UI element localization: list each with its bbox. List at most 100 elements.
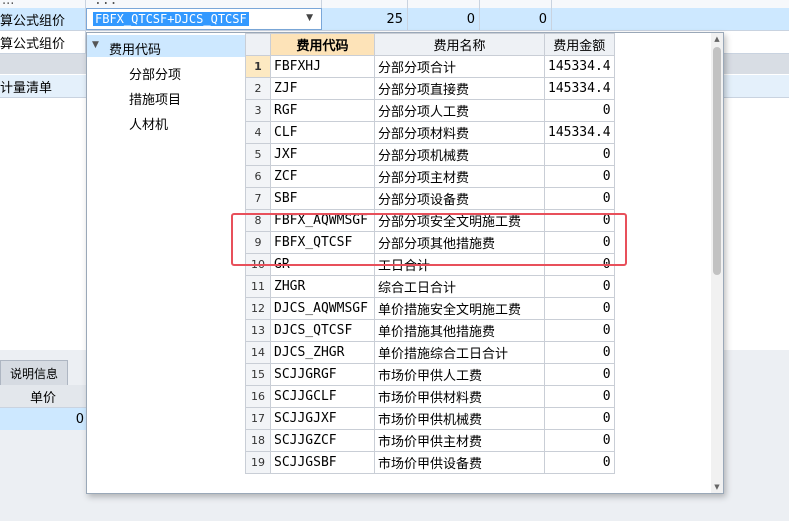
fee-code-cell[interactable]: DJCS_QTCSF	[270, 319, 375, 342]
price-value-row[interactable]: 0	[0, 408, 86, 430]
table-row[interactable]: 8 FBFX_AQWMSGF 分部分项安全文明施工费 0	[245, 209, 615, 232]
row-number[interactable]: 14	[245, 341, 271, 364]
fee-code-tree[interactable]: ▼ 费用代码 分部分项 措施项目 人材机	[87, 33, 245, 493]
fee-name-cell[interactable]: 单价措施其他措施费	[374, 319, 545, 342]
fee-amount-cell[interactable]: 0	[544, 363, 615, 386]
table-row[interactable]: 2 ZJF 分部分项直接费 145334.4	[245, 77, 615, 100]
fee-code-cell[interactable]: SCJJGCLF	[270, 385, 375, 408]
tree-root-expand-icon[interactable]: ▼	[92, 40, 99, 50]
fee-name-cell[interactable]: 分部分项其他措施费	[374, 231, 545, 254]
fee-code-cell[interactable]: GR	[270, 253, 375, 276]
vertical-scrollbar[interactable]: ▲ ▼	[711, 33, 723, 493]
table-row[interactable]: 1 FBFXHJ 分部分项合计 145334.4	[245, 55, 615, 78]
table-row[interactable]: 19 SCJJGSBF 市场价甲供设备费 0	[245, 451, 615, 474]
table-row[interactable]: 9 FBFX_QTCSF 分部分项其他措施费 0	[245, 231, 615, 254]
column-header-code[interactable]: 费用代码	[270, 33, 375, 56]
table-row[interactable]: 5 JXF 分部分项机械费 0	[245, 143, 615, 166]
table-row[interactable]: 3 RGF 分部分项人工费 0	[245, 99, 615, 122]
table-row[interactable]: 10 GR 工日合计 0	[245, 253, 615, 276]
fee-name-cell[interactable]: 单价措施安全文明施工费	[374, 297, 545, 320]
row-number[interactable]: 17	[245, 407, 271, 430]
table-row[interactable]: 6 ZCF 分部分项主材费 0	[245, 165, 615, 188]
tree-item-rencaiji[interactable]: 人材机	[129, 114, 168, 133]
fee-amount-cell[interactable]: 145334.4	[544, 55, 615, 78]
fee-code-cell[interactable]: FBFX_AQWMSGF	[270, 209, 375, 232]
fee-name-cell[interactable]: 市场价甲供设备费	[374, 451, 545, 474]
formula-input[interactable]: FBFX_QTCSF+DJCS_QTCSF	[93, 12, 249, 26]
fee-code-cell[interactable]: SCJJGRGF	[270, 363, 375, 386]
fee-name-cell[interactable]: 分部分项安全文明施工费	[374, 209, 545, 232]
fee-code-cell[interactable]: SCJJGJXF	[270, 407, 375, 430]
fee-amount-cell[interactable]: 0	[544, 143, 615, 166]
fee-name-cell[interactable]: 分部分项主材费	[374, 165, 545, 188]
fee-code-cell[interactable]: SCJJGSBF	[270, 451, 375, 474]
fee-amount-cell[interactable]: 0	[544, 407, 615, 430]
fee-code-popup[interactable]: ▼ 费用代码 分部分项 措施项目 人材机 费用代码 费用名称 费用金额 1 FBF…	[86, 32, 724, 494]
fee-name-cell[interactable]: 分部分项人工费	[374, 99, 545, 122]
fee-code-cell[interactable]: FBFX_QTCSF	[270, 231, 375, 254]
bg-cell-value[interactable]: 0	[480, 8, 552, 30]
fee-amount-cell[interactable]: 0	[544, 253, 615, 276]
fee-amount-cell[interactable]: 0	[544, 341, 615, 364]
fee-name-cell[interactable]: 工日合计	[374, 253, 545, 276]
fee-name-cell[interactable]: 市场价甲供机械费	[374, 407, 545, 430]
table-row[interactable]: 14 DJCS_ZHGR 单价措施综合工日合计 0	[245, 341, 615, 364]
fee-code-cell[interactable]: FBFXHJ	[270, 55, 375, 78]
fee-code-cell[interactable]: DJCS_ZHGR	[270, 341, 375, 364]
row-number[interactable]: 2	[245, 77, 271, 100]
table-row[interactable]: 11 ZHGR 综合工日合计 0	[245, 275, 615, 298]
row-number[interactable]: 11	[245, 275, 271, 298]
fee-code-cell[interactable]: ZHGR	[270, 275, 375, 298]
fee-name-cell[interactable]: 分部分项材料费	[374, 121, 545, 144]
fee-amount-cell[interactable]: 0	[544, 187, 615, 210]
table-row[interactable]: 12 DJCS_AQWMSGF 单价措施安全文明施工费 0	[245, 297, 615, 320]
table-row[interactable]: 4 CLF 分部分项材料费 145334.4	[245, 121, 615, 144]
fee-name-cell[interactable]: 综合工日合计	[374, 275, 545, 298]
fee-code-cell[interactable]: ZCF	[270, 165, 375, 188]
row-number[interactable]: 15	[245, 363, 271, 386]
row-number[interactable]: 12	[245, 297, 271, 320]
column-header-amount[interactable]: 费用金额	[544, 33, 615, 56]
chevron-down-icon[interactable]: ▼	[306, 13, 313, 23]
fee-amount-cell[interactable]: 0	[544, 385, 615, 408]
fee-name-cell[interactable]: 分部分项直接费	[374, 77, 545, 100]
fee-amount-cell[interactable]: 0	[544, 231, 615, 254]
fee-code-cell[interactable]: DJCS_AQWMSGF	[270, 297, 375, 320]
row-number[interactable]: 9	[245, 231, 271, 254]
column-header-name[interactable]: 费用名称	[374, 33, 545, 56]
scroll-up-icon[interactable]: ▲	[711, 33, 723, 45]
fee-code-grid[interactable]: 费用代码 费用名称 费用金额 1 FBFXHJ 分部分项合计 145334.4 2 ZJF…	[245, 33, 711, 493]
table-row[interactable]: 13 DJCS_QTCSF 单价措施其他措施费 0	[245, 319, 615, 342]
fee-amount-cell[interactable]: 0	[544, 429, 615, 452]
fee-code-cell[interactable]: SCJJGZCF	[270, 429, 375, 452]
fee-amount-cell[interactable]: 0	[544, 275, 615, 298]
fee-name-cell[interactable]: 单价措施综合工日合计	[374, 341, 545, 364]
fee-amount-cell[interactable]: 0	[544, 165, 615, 188]
row-number[interactable]: 19	[245, 451, 271, 474]
row-number[interactable]: 18	[245, 429, 271, 452]
scrollbar-thumb[interactable]	[713, 47, 721, 275]
fee-amount-cell[interactable]: 0	[544, 99, 615, 122]
row-number[interactable]: 7	[245, 187, 271, 210]
row-number[interactable]: 1	[245, 55, 271, 78]
table-row[interactable]: 17 SCJJGJXF 市场价甲供机械费 0	[245, 407, 615, 430]
tab-info[interactable]: 说明信息	[0, 360, 68, 385]
fee-name-cell[interactable]: 市场价甲供材料费	[374, 385, 545, 408]
row-number[interactable]: 13	[245, 319, 271, 342]
row-number[interactable]: 6	[245, 165, 271, 188]
tree-root-label[interactable]: 费用代码	[109, 39, 161, 58]
table-row[interactable]: 7 SBF 分部分项设备费 0	[245, 187, 615, 210]
fee-code-cell[interactable]: JXF	[270, 143, 375, 166]
tree-item-fbfx[interactable]: 分部分项	[129, 64, 181, 83]
formula-dropdown[interactable]: FBFX_QTCSF+DJCS_QTCSF ▼	[86, 8, 322, 30]
bg-cell-value[interactable]: 0	[408, 8, 480, 30]
fee-code-cell[interactable]: RGF	[270, 99, 375, 122]
row-number[interactable]: 10	[245, 253, 271, 276]
fee-amount-cell[interactable]: 145334.4	[544, 77, 615, 100]
fee-name-cell[interactable]: 市场价甲供主材费	[374, 429, 545, 452]
fee-name-cell[interactable]: 分部分项设备费	[374, 187, 545, 210]
row-number[interactable]: 4	[245, 121, 271, 144]
bg-cell-value[interactable]: 25	[322, 8, 408, 30]
fee-amount-cell[interactable]: 0	[544, 451, 615, 474]
fee-code-cell[interactable]: CLF	[270, 121, 375, 144]
